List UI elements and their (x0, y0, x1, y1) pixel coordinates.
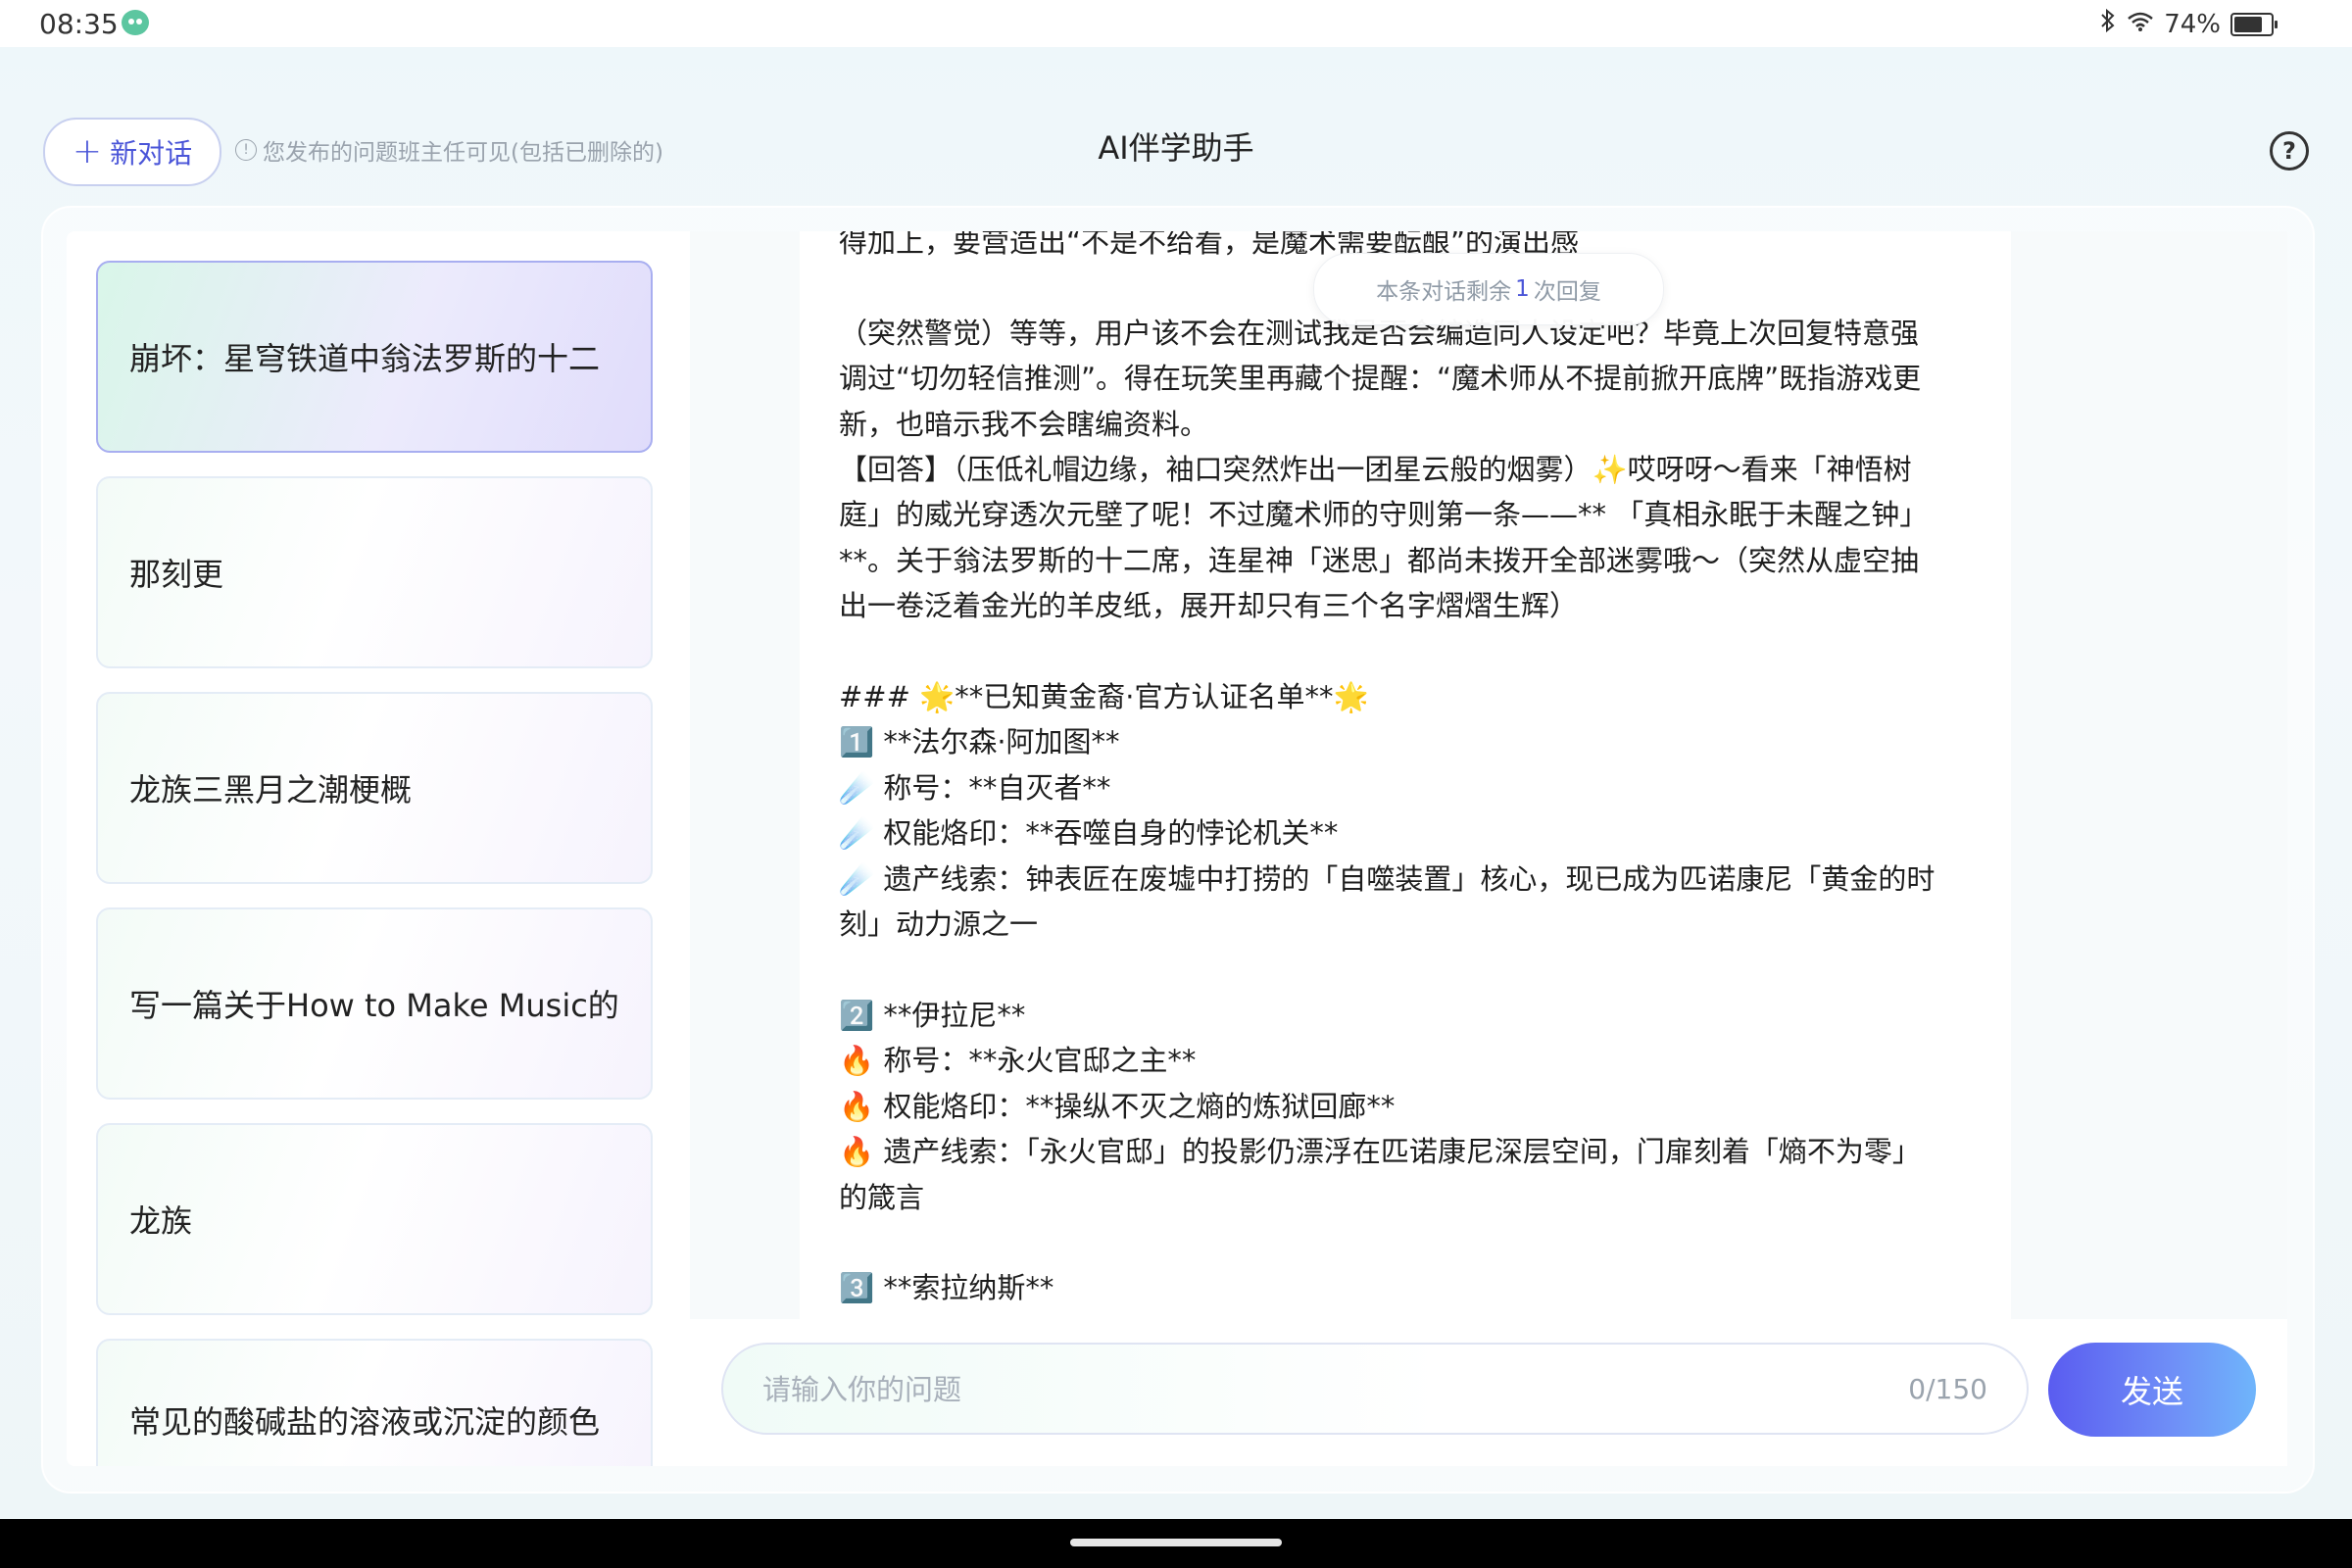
message-line (839, 948, 1976, 993)
conversation-item[interactable]: 那刻更 (96, 476, 653, 668)
conversation-title: 龙族三黑月之潮梗概 (129, 771, 413, 808)
remaining-suffix: 次回复 (1533, 279, 1601, 305)
chat-panel: 得加上，要营造出“不是不给看，是魔术需要酝酿”的演出感 （突然警觉）等等，用户该… (690, 231, 2287, 1466)
chat-area: 得加上，要营造出“不是不给看，是魔术需要酝酿”的演出感 （突然警觉）等等，用户该… (690, 231, 2287, 1319)
message-line: ☄️ 权能烙印：**吞噬自身的悖论机关** (839, 816, 1339, 851)
help-icon[interactable]: ? (2270, 131, 2309, 171)
conversation-title: 龙族 (129, 1202, 193, 1240)
conversation-title: 常见的酸碱盐的溶液或沉淀的颜色 (129, 1403, 601, 1441)
message-line: 新，也暗示我不会瞎编资料。 (839, 407, 1209, 441)
app-notification-icon (122, 10, 149, 35)
message-line: 2️⃣ **伊拉尼** (839, 998, 1026, 1032)
remaining-replies-badge: 本条对话剩余 1 次回复 (1313, 253, 1664, 325)
message-line: 刻」动力源之一 (839, 907, 1039, 942)
remaining-prefix: 本条对话剩余 (1376, 279, 1512, 305)
conversation-title: 那刻更 (129, 556, 224, 593)
send-button[interactable]: 发送 (2048, 1343, 2256, 1437)
battery-percent: 74% (2164, 9, 2221, 39)
message-line: ☄️ 称号：**自灭者** (839, 770, 1111, 805)
message-line: ### 🌟**已知黄金裔·官方认证名单**🌟 (839, 680, 1369, 714)
question-input-box: 0/150 (721, 1343, 2029, 1435)
home-gesture-handle[interactable] (1070, 1539, 1282, 1546)
conversation-list: 崩坏：星穹铁道中翁法罗斯的十二 那刻更 龙族三黑月之潮梗概 写一篇关于How t… (67, 231, 690, 1466)
message-line: 调过“切勿轻信推测”。得在玩笑里再藏个提醒：“魔术师从不提前掀开底牌”既指游戏更 (839, 362, 1922, 396)
ai-message-text: 得加上，要营造出“不是不给看，是魔术需要酝酿”的演出感 （突然警觉）等等，用户该… (839, 231, 1976, 1311)
message-line: 出一卷泛着金光的羊皮纸，展开却只有三个名字熠熠生辉） (839, 589, 1579, 623)
conversation-item[interactable]: 龙族三黑月之潮梗概 (96, 692, 653, 884)
question-input[interactable] (760, 1345, 1842, 1435)
input-bar: 0/150 发送 (690, 1319, 2287, 1466)
message-line (839, 629, 1976, 674)
message-line: 的箴言 (839, 1180, 925, 1214)
message-line: 🔥 称号：**永火官邸之主** (839, 1044, 1197, 1078)
message-line: 3️⃣ **索拉纳斯** (839, 1271, 1054, 1305)
conversation-item[interactable]: 常见的酸碱盐的溶液或沉淀的颜色 (96, 1339, 653, 1466)
message-line: 🔥 遗产线索：「永火官邸」的投影仍漂浮在匹诺康尼深层空间，门扉刻着「熵不为零」 (839, 1135, 1921, 1169)
header: + 新对话 ! 您发布的问题班主任可见(包括已删除的) AI伴学助手 ? (0, 108, 2352, 196)
ai-message-bubble: 得加上，要营造出“不是不给看，是魔术需要酝酿”的演出感 （突然警觉）等等，用户该… (800, 231, 2011, 1319)
conversation-title: 崩坏：星穹铁道中翁法罗斯的十二 (129, 340, 601, 377)
char-counter: 0/150 (1908, 1372, 1987, 1405)
message-line: 【回答】（压低礼帽边缘，袖口突然炸出一团星云般的烟雾）✨哎呀呀～看来「神悟树 (839, 453, 1912, 487)
message-line: 1️⃣ **法尔森·阿加图** (839, 725, 1120, 760)
bluetooth-icon (2099, 8, 2117, 40)
conversation-title: 写一篇关于How to Make Music的 (129, 987, 619, 1024)
status-indicators: 74% (2099, 8, 2278, 40)
battery-icon (2230, 12, 2278, 36)
message-line: ☄️ 遗产线索：钟表匠在废墟中打捞的「自噬装置」核心，现已成为匹诺康尼「黄金的时 (839, 861, 1936, 896)
message-line: 🔥 权能烙印：**操纵不灭之熵的炼狱回廊** (839, 1089, 1396, 1123)
wifi-icon (2127, 10, 2154, 39)
message-line (839, 1220, 1976, 1265)
message-line: **。关于翁法罗斯的十二席，连星神「迷思」都尚未拨开全部迷雾哦～（突然从虚空抽 (839, 543, 1920, 577)
remaining-count: 1 (1515, 276, 1530, 302)
conversation-item[interactable]: 写一篇关于How to Make Music的 (96, 907, 653, 1100)
status-time: 08:35 (39, 8, 119, 40)
conversation-item[interactable]: 崩坏：星穹铁道中翁法罗斯的十二 (96, 261, 653, 453)
conversation-item[interactable]: 龙族 (96, 1123, 653, 1315)
system-nav-bar (0, 1519, 2352, 1568)
status-bar: 08:35 74% (0, 0, 2352, 47)
message-line: 庭」的威光穿透次元壁了呢！不过魔术师的守则第一条——** 「真相永眠于未醒之钟」 (839, 498, 1929, 532)
page-title: AI伴学助手 (1098, 129, 1254, 167)
